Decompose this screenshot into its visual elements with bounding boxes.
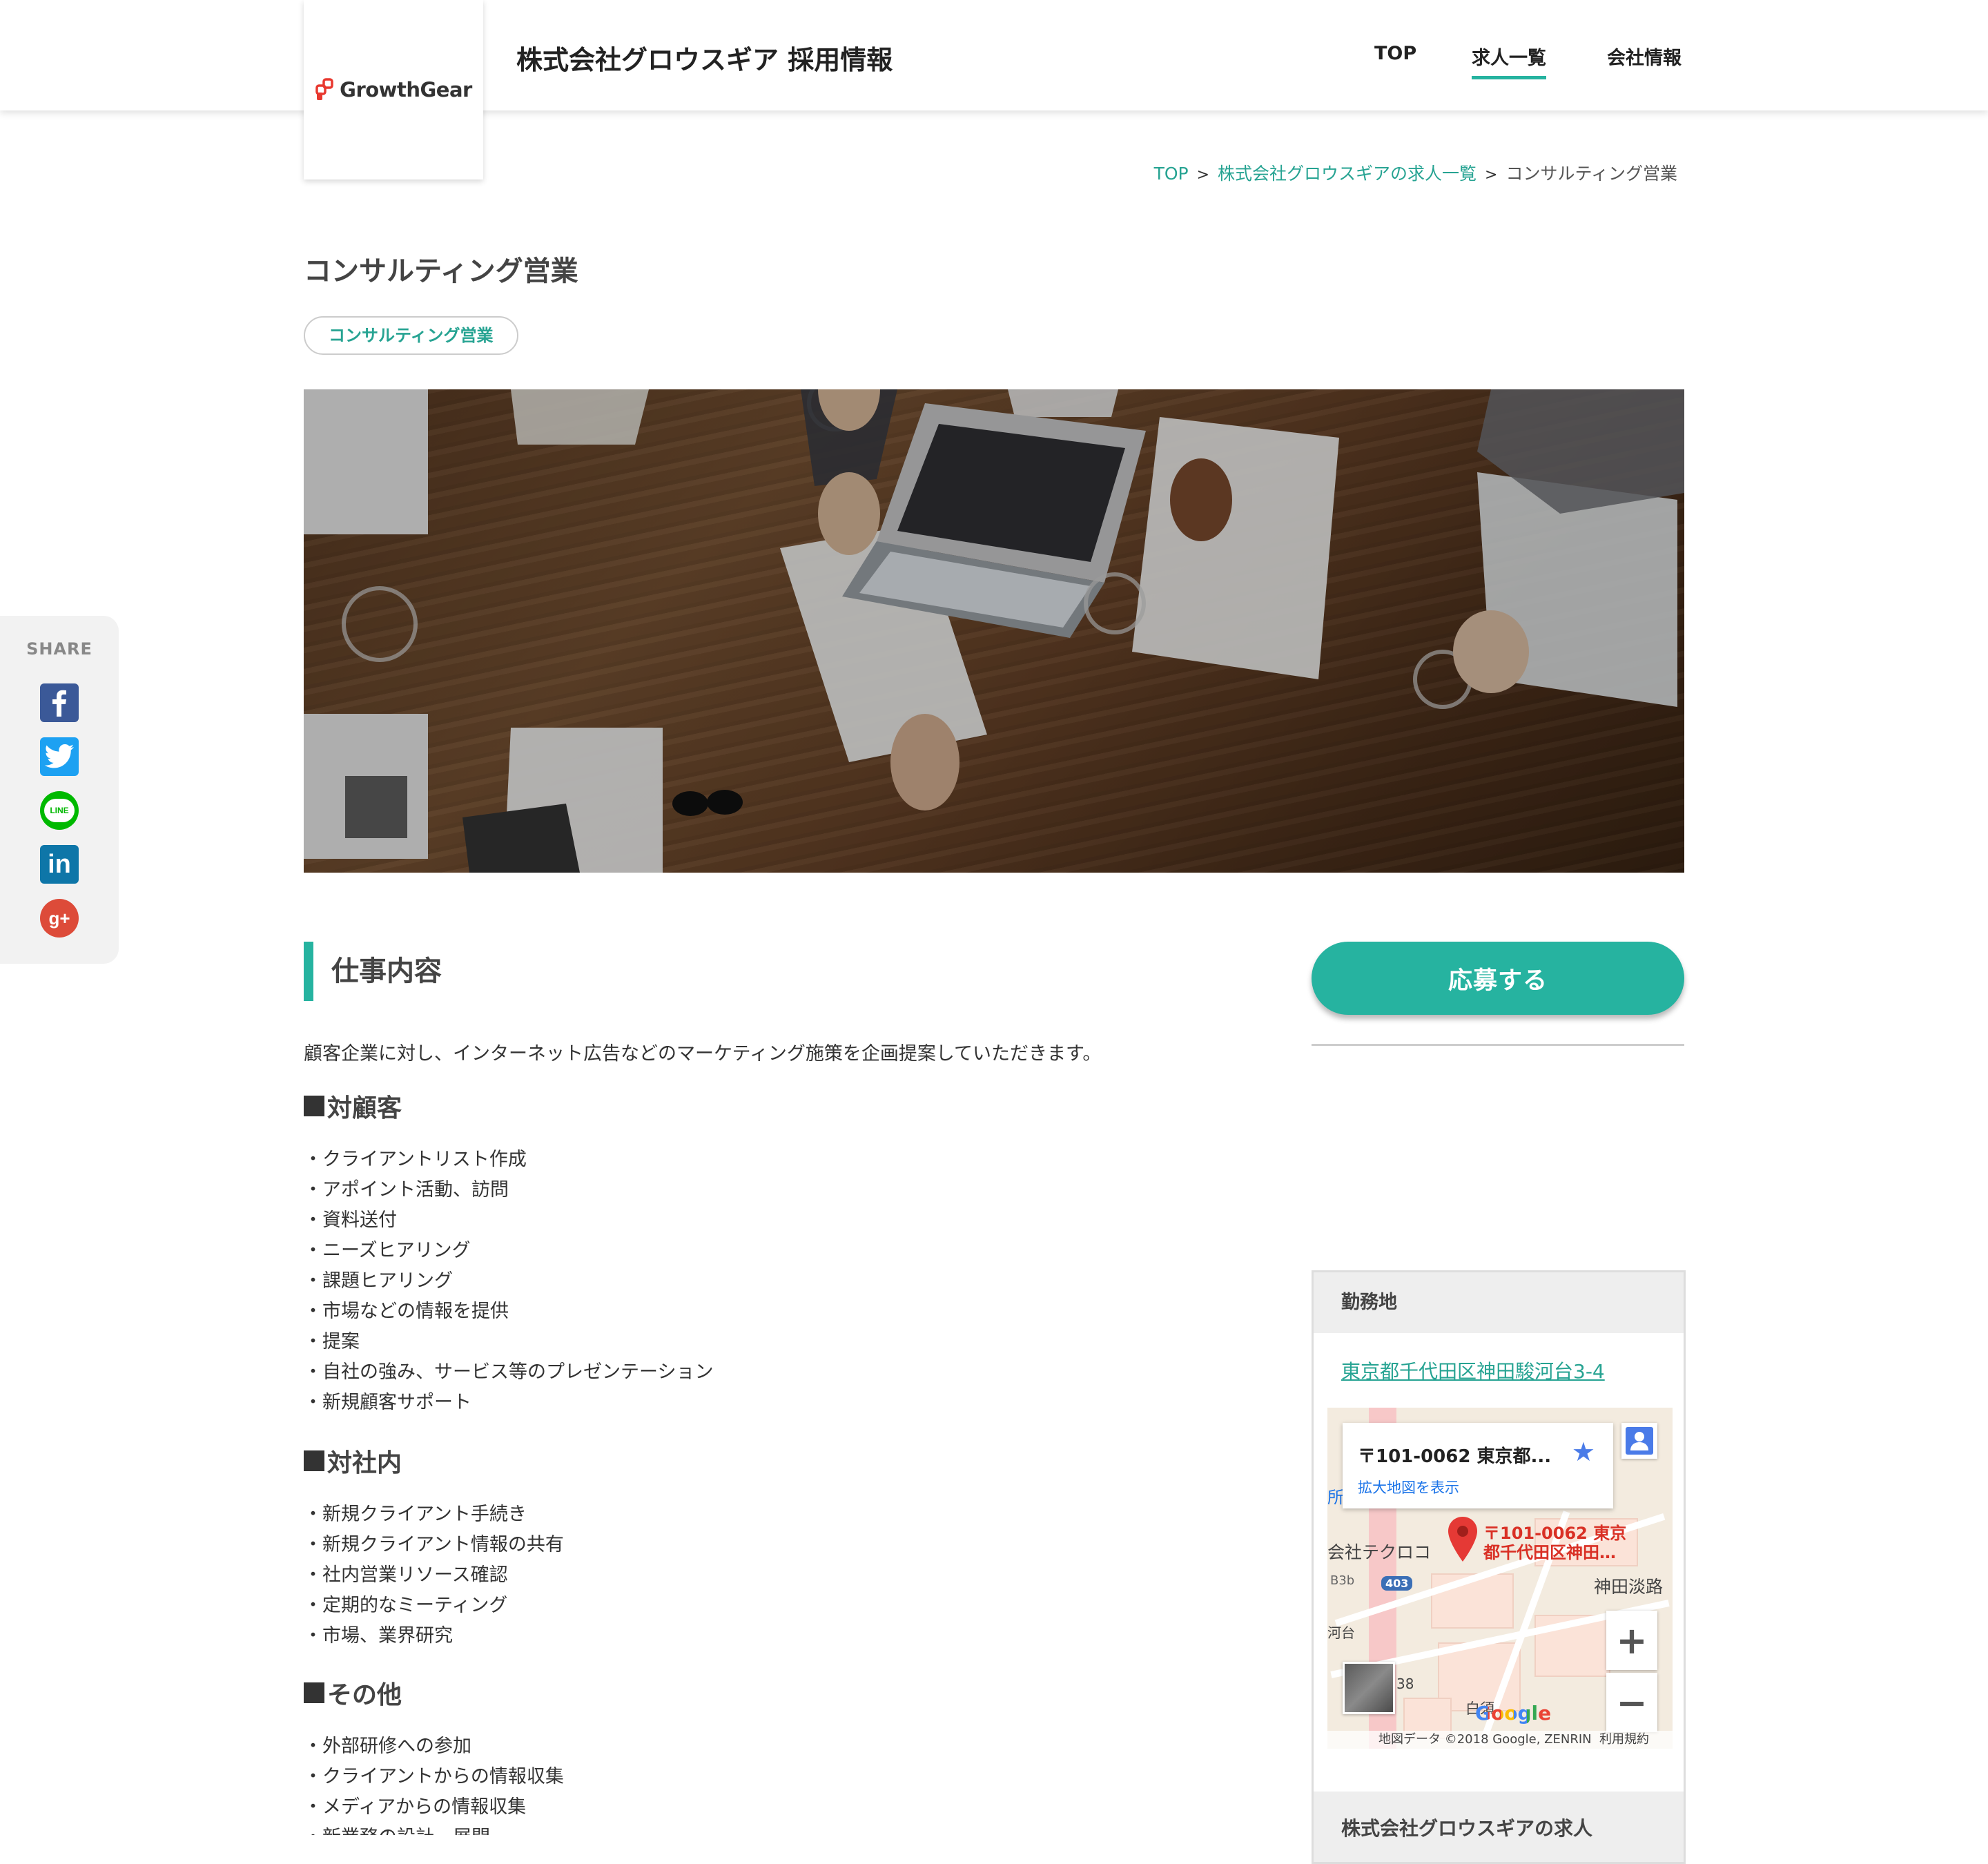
zoom-out-button[interactable]: − [1606, 1673, 1657, 1732]
map-label: 会社テクロコ [1327, 1542, 1432, 1562]
sidebar-divider [1312, 1044, 1684, 1046]
nav-job-list[interactable]: 求人一覧 [1472, 43, 1546, 79]
list-item: ・市場などの情報を提供 [304, 1301, 509, 1322]
list-item: ・資料送付 [304, 1210, 397, 1231]
save-star-icon[interactable]: ★ [1572, 1437, 1595, 1467]
subheading-text: 対社内 [327, 1449, 402, 1477]
view-larger-map-link[interactable]: 拡大地図を表示 [1358, 1477, 1459, 1497]
work-location-address-link[interactable]: 東京都千代田区神田駿河台3-4 [1341, 1357, 1605, 1384]
map-pin-icon[interactable] [1446, 1515, 1479, 1564]
list-item: ・市場、業界研究 [304, 1625, 453, 1647]
image-overlay [304, 389, 1684, 873]
list-item: ・新規クライアント情報の共有 [304, 1534, 564, 1555]
subheading-other: その他 [304, 1675, 402, 1711]
list-item: ・課題ヒアリング [304, 1270, 453, 1292]
list-item: ・新規クライアント手続き [304, 1504, 527, 1525]
list-item: ・クライアントリスト作成 [304, 1149, 527, 1170]
line-icon[interactable]: LINE [40, 791, 79, 830]
job-category-tag[interactable]: コンサルティング営業 [304, 316, 518, 355]
map-attribution: 地図データ ©2018 Google, ZENRIN 利用規約 [1327, 1731, 1673, 1749]
nav-company-info[interactable]: 会社情報 [1607, 43, 1682, 70]
line-icon-text: LINE [44, 799, 75, 822]
list-item: ・自社の強み、サービス等のプレゼンテーション [304, 1361, 714, 1383]
growth-gear-logo-icon [315, 78, 333, 100]
map-data-credit: 地図データ ©2018 Google, ZENRIN [1378, 1732, 1592, 1747]
company-jobs-heading: 株式会社グロウスギアの求人 [1314, 1792, 1684, 1862]
square-bullet-icon [304, 1682, 324, 1703]
google-plus-icon-text: g+ [48, 907, 70, 929]
work-location-heading: 勤務地 [1314, 1272, 1684, 1333]
google-map[interactable]: 会社テクロコ 神田淡路 白須 403 B3b 河台 所 38 〒101-0062… [1327, 1408, 1673, 1749]
breadcrumb-top[interactable]: TOP [1154, 164, 1189, 184]
square-bullet-icon [304, 1450, 324, 1471]
job-intro: 顧客企業に対し、インターネット広告などのマーケティング施策を企画提案していただき… [304, 1043, 1102, 1065]
square-bullet-icon [304, 1096, 324, 1116]
zoom-in-button[interactable]: + [1606, 1611, 1657, 1670]
map-label: 所 [1327, 1488, 1344, 1507]
google-logo-text: Google [1475, 1702, 1552, 1725]
page-title: コンサルティング営業 [304, 255, 578, 287]
google-plus-icon[interactable]: g+ [40, 899, 79, 938]
subheading-internal: 対社内 [304, 1443, 402, 1479]
list-item: ・新規顧客サポート [304, 1392, 471, 1413]
subheading-text: 対顧客 [327, 1094, 402, 1123]
list-item: ・クライアントからの情報収集 [304, 1766, 564, 1787]
site-header: 株式会社グロウスギア 採用情報 TOP 求人一覧 会社情報 [0, 0, 1988, 110]
list-item: ・新業務の設計、展開 [304, 1823, 564, 1835]
other-task-list: ・外部研修への参加 ・クライアントからの情報収集 ・メディアからの情報収集 ・新… [304, 1731, 564, 1835]
list-item: ・外部研修への参加 [304, 1736, 471, 1757]
hero-image [304, 389, 1684, 873]
map-label: B3b [1330, 1573, 1355, 1588]
breadcrumb-job-list[interactable]: 株式会社グロウスギアの求人一覧 [1218, 160, 1477, 185]
breadcrumb-separator: > [1485, 166, 1498, 184]
site-title[interactable]: 株式会社グロウスギア 採用情報 [516, 39, 893, 77]
share-label: SHARE [26, 639, 92, 659]
twitter-icon[interactable] [40, 737, 79, 776]
map-label: 38 [1396, 1676, 1414, 1692]
work-location-box: 勤務地 東京都千代田区神田駿河台3-4 会社テクロコ 神田淡路 白須 403 B… [1312, 1270, 1686, 1864]
linkedin-icon[interactable]: in [40, 845, 79, 884]
list-item: ・定期的なミーティング [304, 1595, 508, 1616]
street-view-pegman-icon[interactable] [1621, 1423, 1657, 1459]
breadcrumb: TOP > 株式会社グロウスギアの求人一覧 > コンサルティング営業 [1154, 160, 1677, 185]
map-terms-link[interactable]: 利用規約 [1599, 1731, 1649, 1749]
map-route-badge: 403 [1381, 1576, 1413, 1591]
map-label: 神田淡路 [1594, 1577, 1664, 1597]
list-item: ・ニーズヒアリング [304, 1240, 471, 1261]
customer-task-list: ・クライアントリスト作成 ・アポイント活動、訪問 ・資料送付 ・ニーズヒアリング… [304, 1145, 713, 1418]
list-item: ・社内営業リソース確認 [304, 1564, 508, 1586]
list-item: ・アポイント活動、訪問 [304, 1179, 509, 1201]
company-logo[interactable]: GrowthGear [304, 0, 483, 179]
breadcrumb-current: コンサルティング営業 [1505, 164, 1677, 184]
breadcrumb-separator: > [1196, 166, 1210, 184]
subheading-customer: 対顧客 [304, 1088, 402, 1124]
subheading-text: その他 [327, 1681, 402, 1709]
satellite-view-toggle[interactable] [1343, 1662, 1395, 1714]
list-item: ・提案 [304, 1331, 360, 1352]
linkedin-icon-text: in [48, 849, 71, 879]
map-card-title: 〒101-0062 東京都... [1358, 1446, 1552, 1467]
google-logo: Google [1475, 1702, 1551, 1725]
map-label: 河台 [1327, 1624, 1355, 1641]
section-heading-job-description: 仕事内容 [304, 942, 442, 1001]
facebook-icon[interactable] [40, 683, 79, 722]
internal-task-list: ・新規クライアント手続き ・新規クライアント情報の共有 ・社内営業リソース確認 … [304, 1499, 564, 1651]
map-info-card: 〒101-0062 東京都... 拡大地図を表示 ★ [1343, 1423, 1613, 1508]
map-pin-label: 〒101-0062 東京都千代田区神田… [1483, 1524, 1627, 1562]
share-sidebar: SHARE LINE in g+ [0, 616, 119, 964]
logo-text: GrowthGear [340, 78, 472, 101]
apply-button[interactable]: 応募する [1312, 942, 1684, 1015]
nav-top[interactable]: TOP [1374, 43, 1416, 64]
list-item: ・メディアからの情報収集 [304, 1796, 527, 1818]
